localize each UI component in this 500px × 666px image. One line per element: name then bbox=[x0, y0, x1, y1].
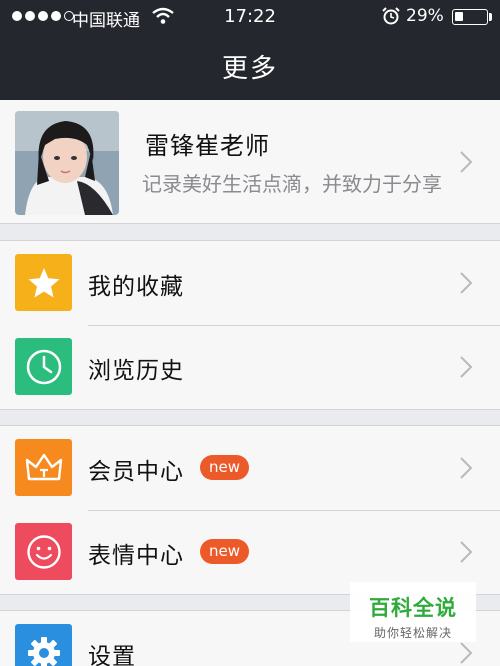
more-screen: 中国联通 17:22 29% 更多 雷锋崔老师 记录美好生活点滴，并致力于分享 … bbox=[0, 0, 500, 666]
menu-group-2: 会员中心 new 表情中心 new bbox=[0, 425, 500, 595]
chevron-right-icon bbox=[460, 642, 472, 664]
chevron-right-icon bbox=[460, 272, 472, 294]
watermark-subtitle: 助你轻松解决 bbox=[373, 626, 452, 640]
chevron-right-icon bbox=[460, 457, 472, 479]
battery-icon bbox=[452, 9, 488, 25]
avatar[interactable] bbox=[15, 111, 119, 215]
battery-tip bbox=[489, 13, 492, 21]
menu-item-label: 表情中心 bbox=[88, 543, 184, 569]
new-badge: new bbox=[200, 455, 250, 480]
menu-item-label: 浏览历史 bbox=[88, 358, 184, 384]
watermark-title: 百科全说 bbox=[369, 596, 457, 620]
menu-item-label: 会员中心 bbox=[88, 459, 184, 485]
chevron-right-icon bbox=[460, 356, 472, 378]
profile-description: 记录美好生活点滴，并致力于分享 bbox=[142, 172, 442, 196]
profile-card[interactable]: 雷锋崔老师 记录美好生活点滴，并致力于分享 bbox=[0, 100, 500, 224]
top-bar: 中国联通 17:22 29% 更多 bbox=[0, 0, 500, 100]
menu-group-1: 我的收藏 浏览历史 bbox=[0, 240, 500, 410]
menu-item-favorites[interactable]: 我的收藏 bbox=[0, 241, 500, 325]
new-badge: new bbox=[200, 539, 250, 564]
crown-icon bbox=[15, 439, 72, 496]
watermark: 百科全说 助你轻松解决 bbox=[350, 582, 476, 642]
star-icon bbox=[15, 254, 72, 311]
battery-fill bbox=[455, 12, 463, 21]
smiley-icon bbox=[15, 523, 72, 580]
chevron-right-icon bbox=[460, 541, 472, 563]
gear-icon bbox=[15, 624, 72, 666]
battery-percent: 29% bbox=[406, 6, 444, 26]
chevron-right-icon bbox=[460, 151, 472, 173]
menu-item-label: 设置 bbox=[88, 644, 136, 666]
profile-name: 雷锋崔老师 bbox=[145, 132, 270, 160]
page-title: 更多 bbox=[221, 54, 278, 84]
status-bar: 中国联通 17:22 29% bbox=[0, 0, 500, 34]
menu-item-history[interactable]: 浏览历史 bbox=[0, 325, 500, 409]
alarm-clock-icon bbox=[382, 7, 400, 25]
clock-icon bbox=[15, 338, 72, 395]
menu-item-label: 我的收藏 bbox=[88, 274, 184, 300]
menu-item-membership[interactable]: 会员中心 new bbox=[0, 426, 500, 510]
